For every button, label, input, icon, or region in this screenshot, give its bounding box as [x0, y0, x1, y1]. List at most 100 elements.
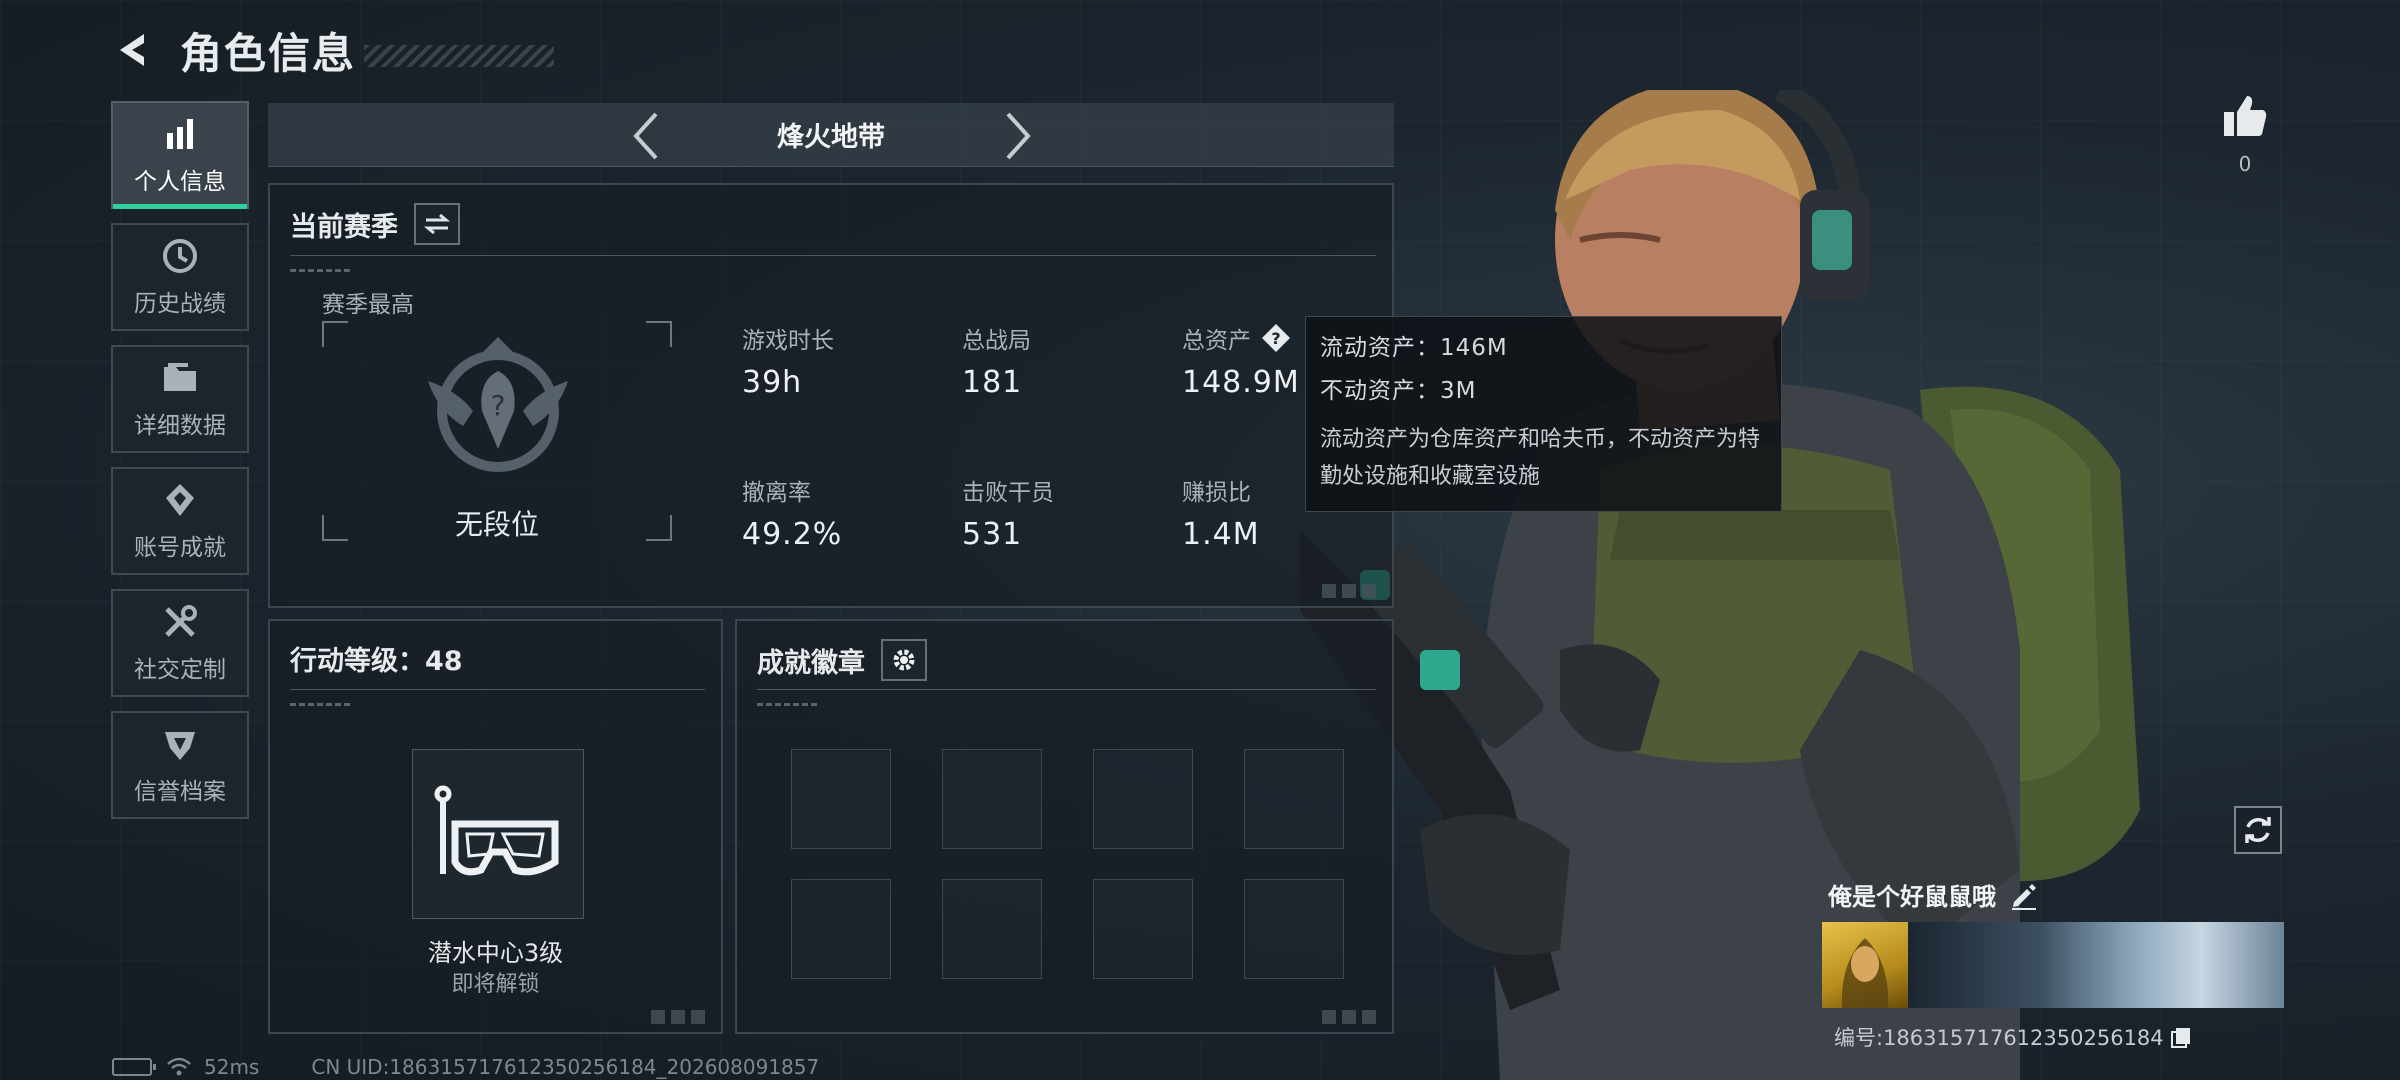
like-button[interactable]: 0: [2210, 92, 2280, 176]
decoration-dash: [290, 269, 350, 272]
mode-prev-button[interactable]: [620, 111, 670, 161]
sidebar-item-label: 社交定制: [134, 657, 226, 683]
mode-title: 烽火地带: [777, 122, 885, 153]
achievement-settings-button[interactable]: [881, 639, 927, 681]
title-decoration: [364, 45, 555, 67]
stat-total-assets: 总资产 ? 148.9M: [1182, 321, 1300, 400]
sidebar-item-label: 个人信息: [134, 169, 226, 195]
rank-emblem-icon: ?: [428, 337, 568, 472]
stat-operators-defeated: 击败干员 531: [962, 473, 1054, 552]
stat-value: 49.2%: [742, 517, 843, 552]
reputation-icon: [160, 724, 200, 764]
stat-play-time: 游戏时长 39h: [742, 321, 834, 400]
divider: [290, 689, 705, 690]
sidebar-item-social[interactable]: 社交定制: [111, 589, 249, 697]
nickname-row: 俺是个好鼠鼠哦: [1822, 877, 2284, 912]
reward-status: 即将解锁: [451, 972, 540, 997]
achievement-slot[interactable]: [791, 749, 891, 849]
stat-extraction-rate: 撤离率 49.2%: [742, 473, 842, 552]
frame-corner: [322, 321, 348, 347]
stat-value: 148.9M: [1182, 365, 1300, 400]
wifi-icon: [167, 1057, 191, 1076]
achievement-slot[interactable]: [1093, 879, 1193, 979]
achievement-slot[interactable]: [942, 749, 1042, 849]
copy-icon[interactable]: [2170, 1026, 2192, 1048]
achievement-slot[interactable]: [1244, 879, 1344, 979]
stat-value: 1.4M: [1182, 517, 1260, 552]
stat-label: 撤离率: [742, 480, 811, 506]
mode-next-button[interactable]: [994, 111, 1044, 161]
achievement-icon: [160, 480, 200, 520]
page-title: 角色信息: [180, 28, 357, 78]
diving-mask-icon: [434, 785, 559, 876]
achievement-slot[interactable]: [1244, 749, 1344, 849]
assets-tooltip: 流动资产：146M 不动资产：3M 流动资产为仓库资产和哈夫币，不动资产为特勤处…: [1305, 316, 1782, 512]
frame-corner: [646, 321, 672, 347]
level-reward-card[interactable]: [412, 749, 584, 919]
gear-icon: [893, 649, 915, 671]
mode-selector: 烽火地带: [268, 103, 1394, 167]
panel-corner-decoration: [1322, 1010, 1382, 1024]
refresh-icon: [2245, 817, 2271, 843]
stat-label: 游戏时长: [742, 328, 834, 354]
player-uid: 编号:1863157176123502561​84: [1834, 1026, 2164, 1050]
help-icon[interactable]: ?: [1261, 323, 1291, 353]
tooltip-fixed-assets: 不动资产：3M: [1320, 378, 1477, 404]
stat-value: 531: [962, 517, 1023, 552]
back-arrow-icon: [120, 34, 144, 66]
avatar[interactable]: [1822, 922, 1908, 1008]
sidebar-item-achievements[interactable]: 账号成就: [111, 467, 249, 575]
edit-icon[interactable]: [2008, 880, 2038, 910]
stat-label: 总战局: [962, 328, 1031, 354]
banner-image: [1908, 922, 2284, 1008]
stat-label: 赚损比: [1182, 480, 1251, 506]
sidebar-item-label: 详细数据: [134, 413, 226, 439]
stat-label-text: 总资产: [1182, 328, 1251, 354]
status-bar: 52ms CN UID:186315717612350256184_202608…: [112, 1054, 819, 1080]
folder-icon: [160, 358, 200, 398]
svg-text:?: ?: [491, 389, 506, 422]
tools-icon: [160, 602, 200, 642]
back-button[interactable]: [112, 28, 156, 72]
season-best-label: 赛季最高: [322, 292, 414, 318]
panel-corner-decoration: [1322, 584, 1382, 598]
level-panel: 行动等级：48 潜水中心3级 即将解锁: [268, 619, 723, 1034]
sidebar-item-history[interactable]: 历史战绩: [111, 223, 249, 331]
tooltip-liquid-assets: 流动资产：146M: [1320, 335, 1508, 361]
achievements-panel: 成就徽章: [735, 619, 1394, 1034]
achievement-slot[interactable]: [1093, 749, 1193, 849]
bar-chart-icon: [160, 114, 200, 154]
swap-icon: [424, 214, 450, 234]
sidebar-item-label: 历史战绩: [134, 291, 226, 317]
decoration-dash: [290, 703, 350, 706]
sidebar-item-personal-info[interactable]: 个人信息: [111, 101, 249, 209]
achievement-slot[interactable]: [942, 879, 1042, 979]
season-panel: 当前赛季 赛季最高 ? 无段位 游戏时长 39h 总战局 181 总资产 ? 1…: [268, 183, 1394, 608]
ping-value: 52ms: [204, 1055, 260, 1079]
decoration-dash: [757, 703, 817, 706]
stat-value: 181: [962, 365, 1023, 400]
avatar-portrait-icon: [1841, 938, 1889, 1008]
thumbs-up-icon: [2224, 96, 2267, 136]
sidebar-item-reputation[interactable]: 信誉档案: [111, 711, 249, 819]
player-nickname: 俺是个好鼠鼠哦: [1828, 883, 1996, 911]
divider: [757, 689, 1376, 690]
battery-icon: [112, 1058, 156, 1076]
svg-text:?: ?: [1271, 329, 1280, 348]
refresh-button[interactable]: [2234, 806, 2282, 854]
achievements-header: 成就徽章: [757, 639, 927, 681]
profile-banner[interactable]: [1822, 922, 2284, 1008]
history-icon: [160, 236, 200, 276]
divider: [290, 255, 1376, 256]
stat-value: 39h: [742, 365, 803, 400]
reward-name: 潜水中心3级: [427, 939, 564, 967]
sidebar-item-detailed-data[interactable]: 详细数据: [111, 345, 249, 453]
cn-uid: CN UID:186315717612350256184_20260809185…: [311, 1055, 820, 1079]
switch-season-button[interactable]: [414, 203, 460, 245]
stat-profit-loss: 赚损比 1.4M: [1182, 473, 1260, 552]
tooltip-description: 流动资产为仓库资产和哈夫币，不动资产为特勤处设施和收藏室设施: [1320, 427, 1761, 489]
panel-corner-decoration: [651, 1010, 711, 1024]
stat-total-matches: 总战局 181: [962, 321, 1031, 400]
uid-row: 编号:1863157176123502561​84: [1822, 1022, 2284, 1052]
achievement-slot[interactable]: [791, 879, 891, 979]
